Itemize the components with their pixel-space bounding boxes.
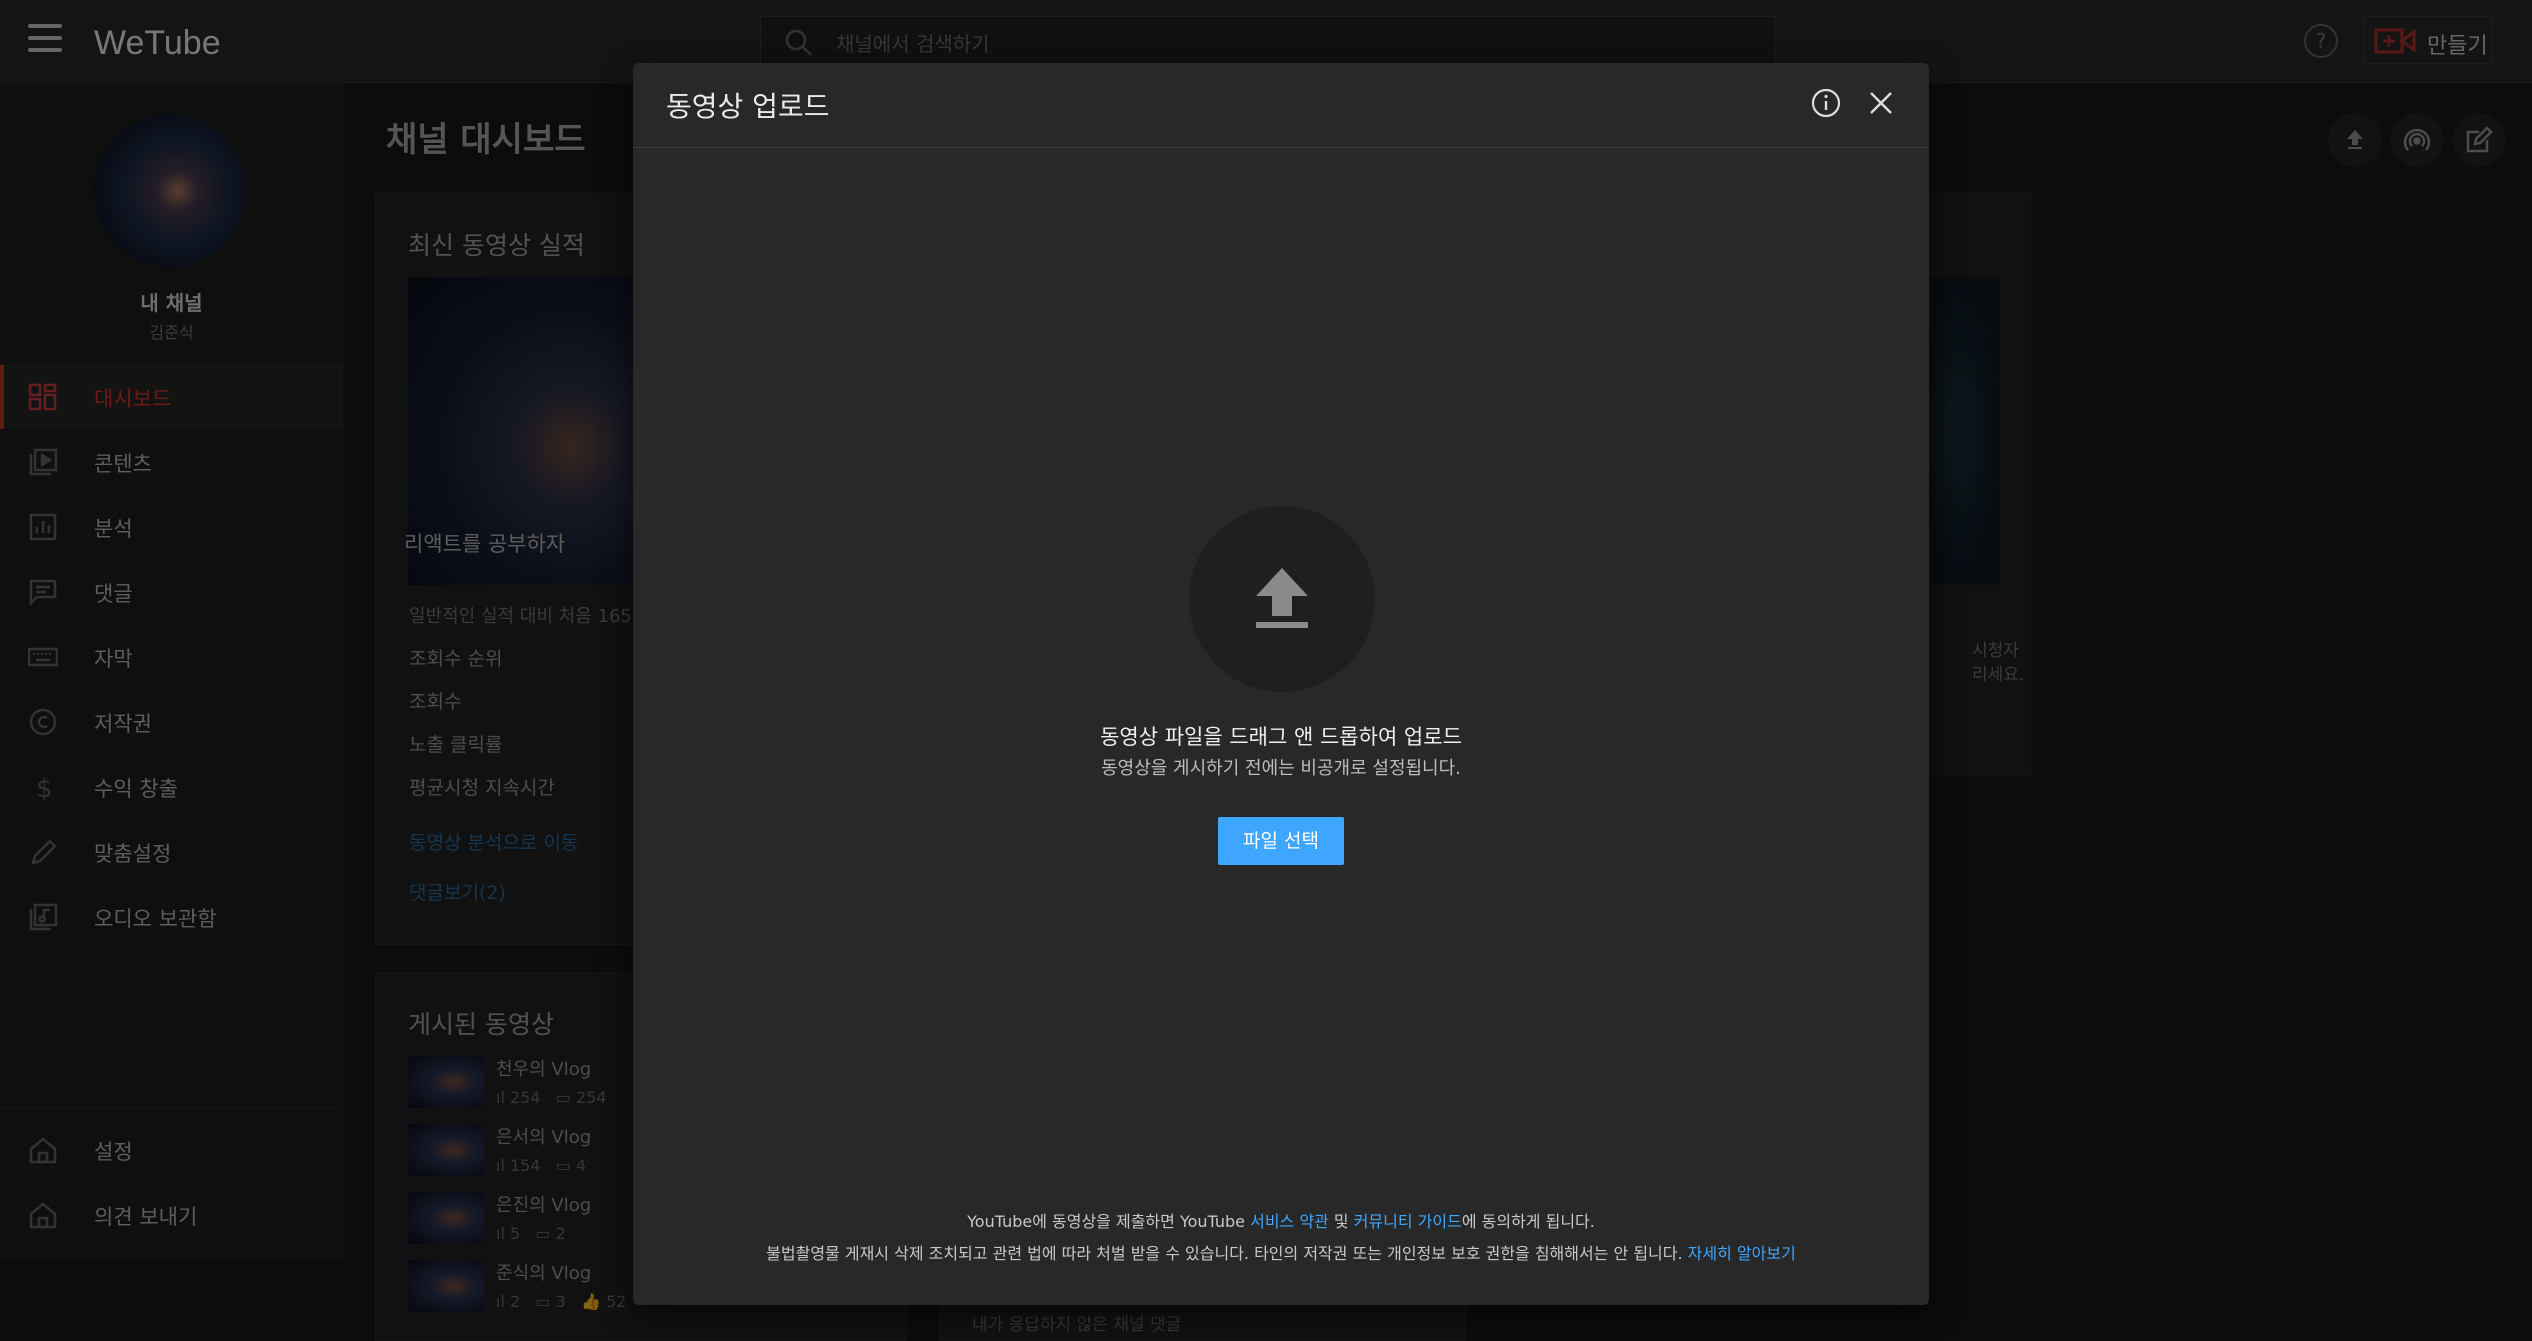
dialog-title: 동영상 업로드 [666,90,830,123]
drop-subtitle: 동영상을 게시하기 전에는 비공개로 설정됩니다. [1101,758,1461,779]
upload-drop-zone[interactable] [1189,506,1375,692]
learn-more-link[interactable]: 자세히 알아보기 [1688,1244,1796,1263]
upload-arrow-icon [1256,568,1308,628]
dialog-header: 동영상 업로드 [633,63,1929,148]
close-icon[interactable] [1865,87,1897,119]
community-guidelines-link[interactable]: 커뮤니티 가이드 [1354,1212,1462,1231]
terms-of-service-link[interactable]: 서비스 약관 [1250,1212,1329,1231]
select-file-button[interactable]: 파일 선택 [1218,817,1344,865]
drop-title: 동영상 파일을 드래그 앤 드롭하여 업로드 [1100,725,1462,749]
terms-notice: YouTube에 동영상을 제출하면 YouTube 서비스 약관 및 커뮤니티… [967,1212,1595,1231]
info-icon[interactable] [1810,87,1842,119]
legal-notice: 불법촬영물 게재시 삭제 조치되고 관련 법에 따라 처벌 받을 수 있습니다.… [766,1244,1796,1263]
upload-dialog: 동영상 업로드 동영상 파일을 드래그 앤 드롭하여 업로드 동영상을 게시하기… [633,63,1929,1305]
